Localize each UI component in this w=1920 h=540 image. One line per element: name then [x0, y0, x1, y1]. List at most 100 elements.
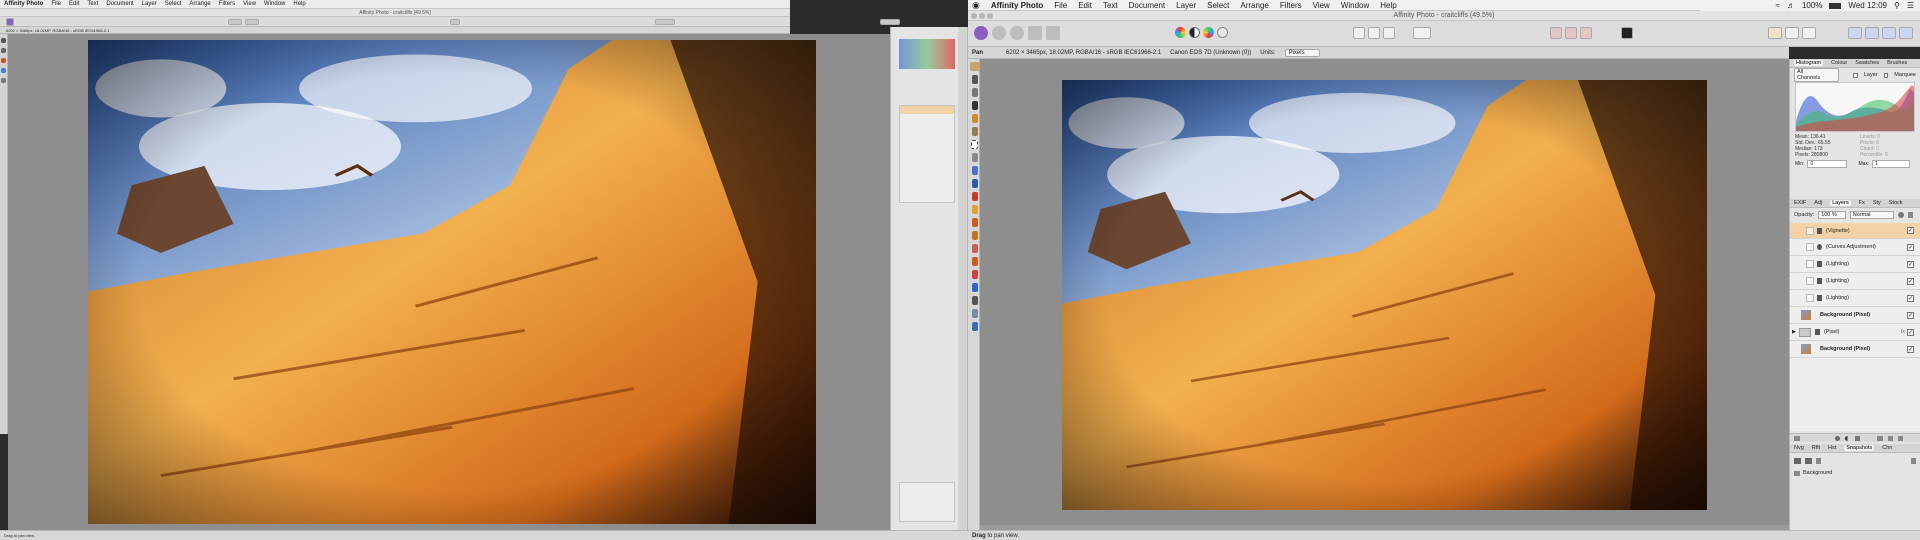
assistant-red-button-2[interactable]: [1565, 27, 1577, 39]
mesh-warp-icon[interactable]: [972, 309, 978, 318]
auto-contrast-icon[interactable]: [1189, 27, 1200, 38]
spotlight-icon[interactable]: ⚲: [1894, 1, 1900, 10]
live-filter-icon[interactable]: [1855, 435, 1860, 441]
menu-text[interactable]: Text: [1103, 1, 1118, 10]
traffic-minimize-button[interactable]: [979, 13, 985, 19]
selection-mode-button-1[interactable]: [1353, 27, 1365, 39]
left-menu-help[interactable]: Help: [293, 1, 305, 7]
left-menu-view[interactable]: View: [243, 1, 256, 7]
selection-mode-button-3[interactable]: [1383, 27, 1395, 39]
layer-row-background-2[interactable]: Background (Pixel) ✓: [1790, 341, 1920, 358]
min-input[interactable]: 0: [1807, 159, 1848, 168]
studio-button-3[interactable]: [1882, 27, 1896, 39]
auto-white-balance-icon[interactable]: [1217, 27, 1228, 38]
left-menu-filters[interactable]: Filters: [219, 1, 235, 7]
left-tool-brush-icon[interactable]: [1, 58, 6, 63]
layer-visibility-checkbox[interactable]: ✓: [1907, 294, 1914, 302]
lock-icon[interactable]: [1907, 212, 1913, 218]
menu-arrange[interactable]: Arrange: [1240, 1, 1268, 10]
add-layer-icon[interactable]: [1888, 435, 1893, 441]
blend-mode-select[interactable]: Normal: [1849, 211, 1894, 219]
channel-select[interactable]: All Channels: [1794, 68, 1840, 82]
assistant-red-button-1[interactable]: [1550, 27, 1562, 39]
pen-tool-icon[interactable]: [972, 166, 978, 175]
layer-options-icon[interactable]: [1794, 435, 1800, 441]
units-select[interactable]: Pixels: [1284, 48, 1320, 57]
auto-colours-icon[interactable]: [1203, 27, 1214, 38]
tab-adjustments[interactable]: Adj: [1814, 200, 1822, 206]
layer-visibility-checkbox[interactable]: ✓: [1907, 328, 1914, 336]
quick-mask-button[interactable]: [1413, 27, 1431, 39]
left-toolbar-btn-2[interactable]: [245, 19, 259, 25]
left-menu-select[interactable]: Select: [165, 1, 182, 7]
selection-mode-button-2[interactable]: [1368, 27, 1380, 39]
tab-brushes[interactable]: Brushes: [1887, 60, 1907, 66]
layer-row-pixel[interactable]: ▶ (Pixel) fx ✓: [1790, 324, 1920, 341]
opacity-input[interactable]: 100 %: [1818, 211, 1846, 219]
snapshot-menu-icon[interactable]: [1911, 458, 1916, 464]
expand-arrow-icon[interactable]: ▶: [1792, 329, 1796, 335]
red-eye-tool-icon[interactable]: [972, 270, 978, 279]
layer-row-lighting-2[interactable]: (Lighting) ✓: [1790, 273, 1920, 290]
tab-layers[interactable]: Layers: [1830, 200, 1851, 206]
tab-swatches[interactable]: Swatches: [1855, 60, 1879, 66]
flood-select-icon[interactable]: [972, 127, 978, 136]
app-menu[interactable]: Affinity Photo: [991, 1, 1043, 10]
context-camera-info[interactable]: Canon EOS 7D (Unknown (0)): [1170, 50, 1251, 56]
export-persona-icon[interactable]: [1046, 26, 1060, 40]
layer-settings-icon[interactable]: [1897, 212, 1904, 218]
photo-persona-icon[interactable]: [974, 26, 988, 40]
view-tool-icon[interactable]: [970, 62, 980, 71]
left-menu-window[interactable]: Window: [264, 1, 285, 7]
tab-histogram[interactable]: Histogram: [1794, 60, 1824, 66]
tab-navigator[interactable]: Nvg: [1794, 445, 1804, 451]
layer-visibility-checkbox[interactable]: ✓: [1907, 277, 1914, 285]
left-menu-layer[interactable]: Layer: [142, 1, 157, 7]
erase-tool-icon[interactable]: [972, 218, 978, 227]
add-snapshot-icon[interactable]: [1794, 458, 1801, 464]
wifi-icon[interactable]: ≈: [1776, 1, 1780, 10]
move-tool-icon[interactable]: [972, 75, 978, 84]
clone-tool-icon[interactable]: [972, 205, 978, 214]
inpainting-tool-icon[interactable]: [972, 257, 978, 266]
arrange-button-2[interactable]: [1785, 27, 1799, 39]
gradient-tool-icon[interactable]: [972, 192, 978, 201]
shape-tool-icon[interactable]: [972, 283, 978, 292]
menu-edit[interactable]: Edit: [1078, 1, 1092, 10]
develop-persona-icon[interactable]: [1010, 26, 1024, 40]
marquee-tool-icon[interactable]: [971, 140, 978, 149]
left-toolbar-btn-4[interactable]: [655, 19, 675, 25]
studio-button-2[interactable]: [1865, 27, 1879, 39]
left-toolbar-btn-1[interactable]: [228, 19, 242, 25]
traffic-close-button[interactable]: [971, 13, 977, 19]
mask-icon[interactable]: [1835, 435, 1840, 441]
max-input[interactable]: 1: [1872, 159, 1911, 168]
battery-icon[interactable]: [1829, 2, 1842, 9]
menu-view[interactable]: View: [1313, 1, 1330, 10]
freehand-select-icon[interactable]: [972, 153, 978, 162]
menu-help[interactable]: Help: [1380, 1, 1396, 10]
tone-mapping-persona-icon[interactable]: [1028, 26, 1042, 40]
left-app-menu[interactable]: Affinity Photo: [4, 1, 43, 7]
traffic-zoom-button[interactable]: [987, 13, 993, 19]
tab-snapshots[interactable]: Snapshots: [1844, 445, 1875, 451]
menu-layer[interactable]: Layer: [1176, 1, 1196, 10]
tab-colour[interactable]: Colour: [1831, 60, 1847, 66]
tab-exif[interactable]: EXIF: [1794, 200, 1806, 206]
volume-icon[interactable]: ♬: [1787, 1, 1795, 10]
layer-visibility-checkbox[interactable]: ✓: [1907, 243, 1914, 251]
assistant-red-button-3[interactable]: [1580, 27, 1592, 39]
studio-button-1[interactable]: [1848, 27, 1862, 39]
menu-select[interactable]: Select: [1207, 1, 1229, 10]
restore-snapshot-icon[interactable]: [1805, 458, 1812, 464]
left-toolbar-btn-3[interactable]: [450, 19, 460, 25]
group-icon[interactable]: [1877, 435, 1883, 441]
layer-row-vignette[interactable]: (Vignette) ✓: [1790, 223, 1920, 239]
marquee-checkbox[interactable]: [1883, 72, 1889, 78]
left-tool-move-icon[interactable]: [1, 38, 6, 43]
layer-row-curves[interactable]: (Curves Adjustment) ✓: [1790, 239, 1920, 256]
tab-channels[interactable]: Chn: [1882, 445, 1892, 451]
delete-snapshot-icon[interactable]: [1816, 458, 1821, 464]
adjustment-add-icon[interactable]: [1845, 435, 1850, 441]
layer-row-background-1[interactable]: Background (Pixel) ✓: [1790, 307, 1920, 324]
